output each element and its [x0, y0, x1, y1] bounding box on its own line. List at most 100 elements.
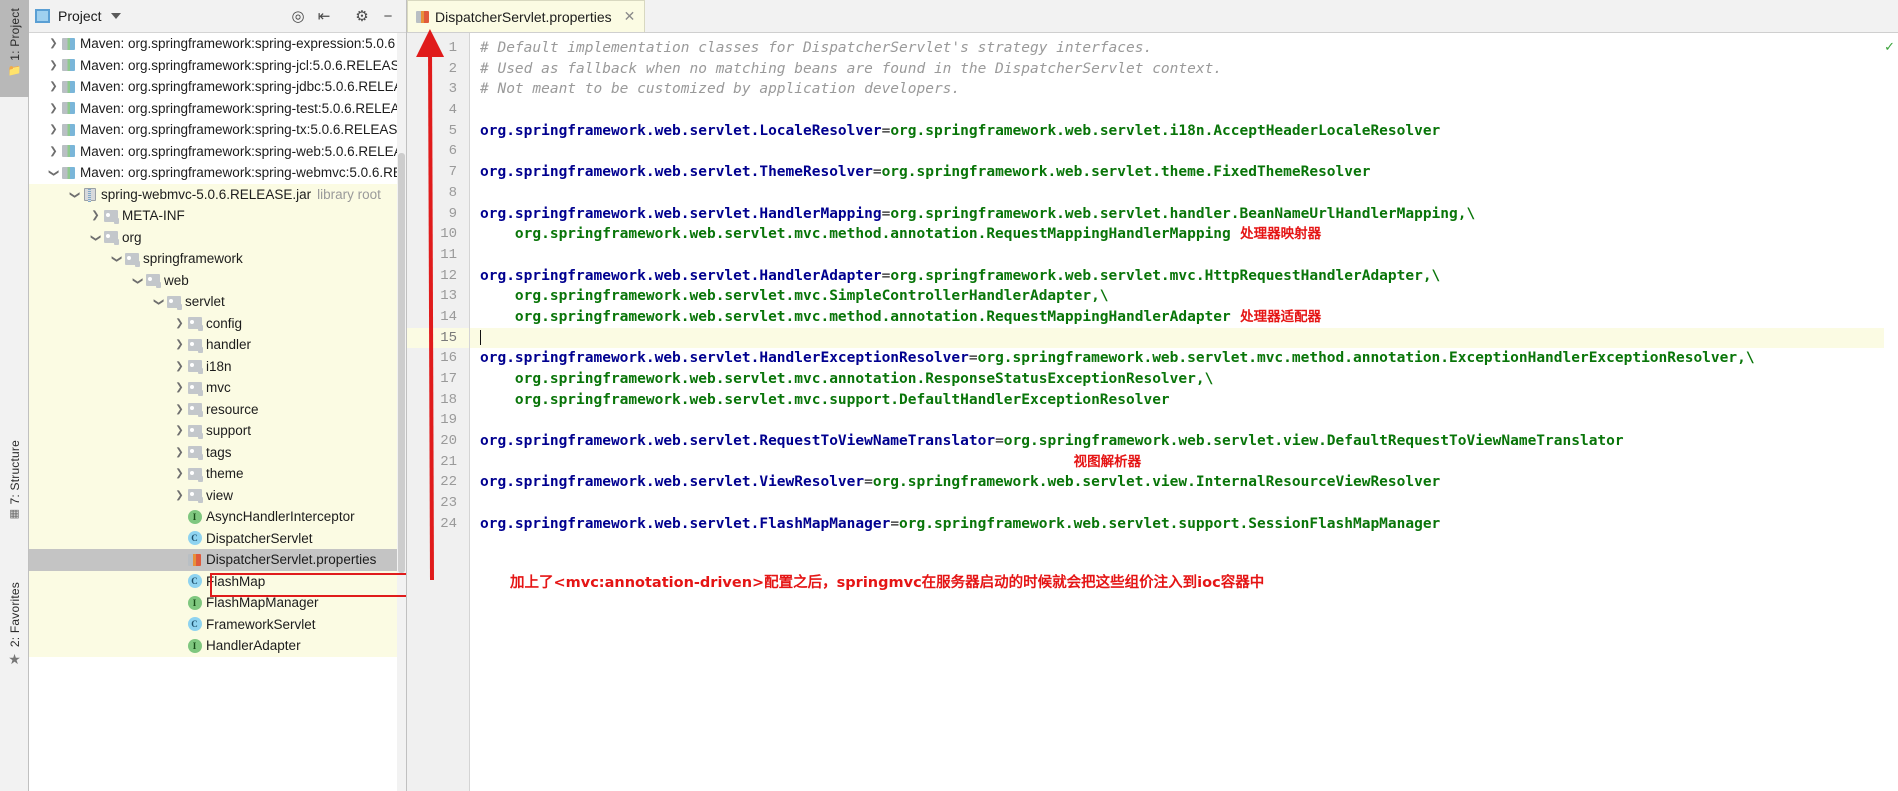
- chevron-right-icon[interactable]: [173, 468, 186, 479]
- tree-row[interactable]: handler: [29, 334, 406, 356]
- settings-gear-icon[interactable]: ⚙: [350, 4, 374, 28]
- code-line[interactable]: org.springframework.web.servlet.LocaleRe…: [470, 121, 1898, 142]
- code-line[interactable]: org.springframework.web.servlet.RequestT…: [470, 431, 1898, 452]
- tree-row[interactable]: Maven: org.springframework:spring-jdbc:5…: [29, 76, 406, 98]
- code-line[interactable]: [470, 183, 1898, 204]
- code-line[interactable]: org.springframework.web.servlet.mvc.meth…: [470, 224, 1898, 245]
- chevron-right-icon[interactable]: [173, 490, 186, 501]
- tree-row[interactable]: Maven: org.springframework:spring-webmvc…: [29, 162, 406, 184]
- tree-row[interactable]: I HandlerAdapter: [29, 635, 406, 657]
- close-icon[interactable]: ✕: [624, 8, 636, 25]
- tree-row-label: view: [206, 487, 234, 503]
- tree-row[interactable]: META-INF: [29, 205, 406, 227]
- chevron-right-icon[interactable]: [89, 210, 102, 221]
- class-icon: C: [186, 531, 203, 546]
- tree-row[interactable]: tags: [29, 441, 406, 463]
- tree-row[interactable]: support: [29, 420, 406, 442]
- chevron-down-icon[interactable]: [131, 275, 144, 286]
- tree-row[interactable]: Maven: org.springframework:spring-tx:5.0…: [29, 119, 406, 141]
- tree-row[interactable]: view: [29, 484, 406, 506]
- sidebar-item-favorites[interactable]: 2: Favorites ★: [0, 582, 29, 666]
- chevron-down-icon[interactable]: [110, 13, 121, 19]
- chevron-right-icon[interactable]: [173, 447, 186, 458]
- chinese-annotation: 视图解析器: [1073, 453, 1142, 470]
- tab-dispatcherservlet-properties[interactable]: DispatcherServlet.properties ✕: [407, 0, 646, 32]
- code-line[interactable]: [470, 141, 1898, 162]
- code-line[interactable]: # Used as fallback when no matching bean…: [470, 59, 1898, 80]
- code-line[interactable]: org.springframework.web.servlet.HandlerE…: [470, 348, 1898, 369]
- tree-row[interactable]: web: [29, 269, 406, 291]
- chevron-right-icon[interactable]: [173, 339, 186, 350]
- chevron-down-icon[interactable]: [47, 167, 60, 178]
- chevron-down-icon[interactable]: [89, 232, 102, 243]
- chevron-right-icon[interactable]: [173, 361, 186, 372]
- tree-row[interactable]: Maven: org.springframework:spring-web:5.…: [29, 141, 406, 163]
- tree-row[interactable]: I FlashMapManager: [29, 592, 406, 614]
- line-number: 14: [440, 308, 457, 325]
- tree-row[interactable]: I AsyncHandlerInterceptor: [29, 506, 406, 528]
- error-stripe-marker-panel[interactable]: ✓: [1884, 33, 1898, 791]
- code-line[interactable]: org.springframework.web.servlet.mvc.anno…: [470, 369, 1898, 390]
- chevron-right-icon[interactable]: [47, 38, 60, 49]
- code-line[interactable]: [470, 327, 1898, 349]
- locate-target-icon[interactable]: ◎: [286, 4, 310, 28]
- chevron-right-icon[interactable]: [47, 124, 60, 135]
- chevron-right-icon[interactable]: [173, 404, 186, 415]
- collapse-all-icon[interactable]: ⇤: [312, 4, 336, 28]
- project-tree[interactable]: Maven: org.springframework:spring-expres…: [29, 33, 406, 791]
- code-content[interactable]: # Default implementation classes for Dis…: [470, 33, 1898, 791]
- code-segment-val: org.springframework.web.servlet.i18n.Acc…: [890, 122, 1441, 139]
- chevron-right-icon[interactable]: [173, 425, 186, 436]
- tree-row[interactable]: Maven: org.springframework:spring-test:5…: [29, 98, 406, 120]
- tree-row-hint: library root: [317, 186, 381, 202]
- tree-row[interactable]: spring-webmvc-5.0.6.RELEASE.jar library r…: [29, 183, 406, 205]
- tree-row[interactable]: servlet: [29, 291, 406, 313]
- code-line[interactable]: org.springframework.web.servlet.ThemeRes…: [470, 162, 1898, 183]
- chevron-right-icon[interactable]: [47, 81, 60, 92]
- code-line[interactable]: org.springframework.web.servlet.mvc.Simp…: [470, 286, 1898, 307]
- chevron-down-icon[interactable]: [110, 253, 123, 264]
- code-line[interactable]: org.springframework.web.servlet.ViewReso…: [470, 472, 1898, 493]
- line-number: 12: [440, 267, 457, 284]
- tree-row[interactable]: C FlashMap: [29, 570, 406, 592]
- chevron-right-icon[interactable]: [47, 60, 60, 71]
- code-line[interactable]: org.springframework.web.servlet.HandlerA…: [470, 266, 1898, 287]
- code-line[interactable]: [470, 245, 1898, 266]
- tree-row[interactable]: org: [29, 226, 406, 248]
- tree-row[interactable]: mvc: [29, 377, 406, 399]
- code-line[interactable]: org.springframework.web.servlet.mvc.meth…: [470, 307, 1898, 328]
- code-line[interactable]: # Not meant to be customized by applicat…: [470, 79, 1898, 100]
- code-line[interactable]: [470, 493, 1898, 514]
- tree-row[interactable]: C DispatcherServlet: [29, 527, 406, 549]
- code-line[interactable]: [470, 410, 1898, 431]
- minimize-icon[interactable]: −: [376, 4, 400, 28]
- tree-row[interactable]: Maven: org.springframework:spring-expres…: [29, 33, 406, 55]
- sidebar-item-structure-label: 7: Structure: [7, 440, 22, 505]
- code-line[interactable]: # Default implementation classes for Dis…: [470, 38, 1898, 59]
- chevron-right-icon[interactable]: [47, 103, 60, 114]
- tree-row[interactable]: springframework: [29, 248, 406, 270]
- scrollbar-thumb[interactable]: [398, 153, 405, 573]
- sidebar-item-structure[interactable]: 7: Structure ▦: [0, 440, 29, 520]
- tree-row[interactable]: C FrameworkServlet: [29, 613, 406, 635]
- tree-row[interactable]: theme: [29, 463, 406, 485]
- tree-row[interactable]: Maven: org.springframework:spring-jcl:5.…: [29, 55, 406, 77]
- sidebar-item-project[interactable]: 1: Project 📁: [0, 8, 29, 77]
- chevron-down-icon[interactable]: [68, 189, 81, 200]
- chevron-right-icon[interactable]: [47, 146, 60, 157]
- chevron-right-icon[interactable]: [173, 318, 186, 329]
- tree-row[interactable]: resource: [29, 398, 406, 420]
- chevron-right-icon[interactable]: [173, 382, 186, 393]
- project-tree-scrollbar[interactable]: [397, 33, 406, 791]
- class-icon: C: [186, 574, 203, 589]
- tree-row[interactable]: config: [29, 312, 406, 334]
- code-line[interactable]: [470, 100, 1898, 121]
- chevron-down-icon[interactable]: [152, 296, 165, 307]
- code-line[interactable]: 视图解析器: [470, 452, 1898, 473]
- tree-row[interactable]: i18n: [29, 355, 406, 377]
- project-panel-header: Project ◎ ⇤ ⚙ −: [29, 0, 406, 33]
- code-line[interactable]: org.springframework.web.servlet.mvc.supp…: [470, 390, 1898, 411]
- code-line[interactable]: org.springframework.web.servlet.FlashMap…: [470, 514, 1898, 535]
- tree-row[interactable]: DispatcherServlet.properties: [29, 549, 406, 571]
- code-line[interactable]: org.springframework.web.servlet.HandlerM…: [470, 204, 1898, 225]
